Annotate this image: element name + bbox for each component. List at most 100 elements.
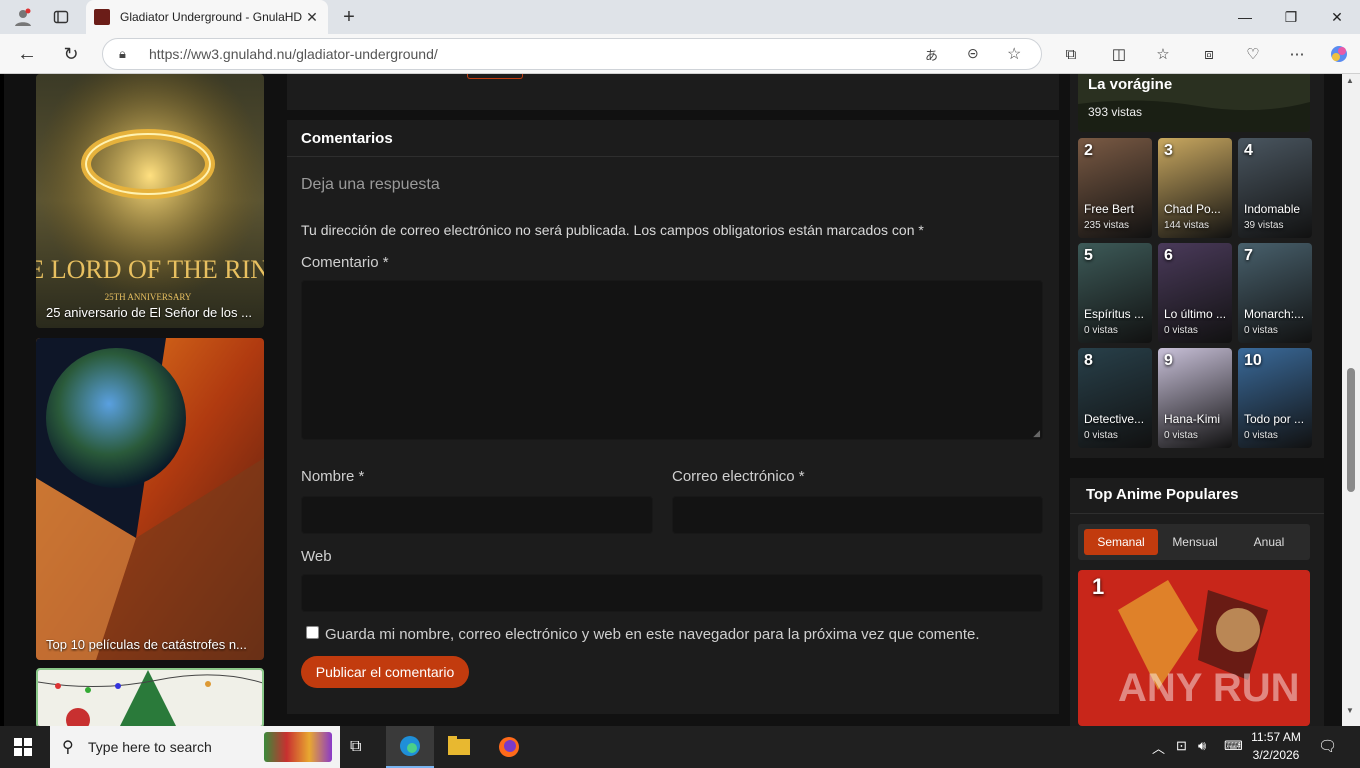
save-info-checkbox[interactable] (306, 626, 319, 639)
tab-anual[interactable]: Anual (1232, 529, 1306, 555)
article-card-disasters[interactable]: Top 10 películas de catástrofes n... (36, 338, 264, 660)
tab-mensual[interactable]: Mensual (1158, 529, 1232, 555)
reply-title: Deja una respuesta (301, 176, 440, 193)
item-views: 0 vistas (1164, 430, 1198, 441)
email-notice: Tu dirección de correo electrónico no se… (301, 222, 924, 238)
comment-label: Comentario * (301, 254, 389, 271)
article-card-lotr[interactable]: THE LORD OF THE RINGS 25TH ANNIVERSARY 2… (36, 74, 264, 328)
ranking-item[interactable]: 10 Todo por ... 0 vistas (1238, 348, 1312, 448)
item-title: Espíritus ... (1084, 307, 1145, 321)
taskbar-edge-app[interactable] (386, 726, 434, 768)
more-tools-icon[interactable]: ⊝ (967, 45, 979, 62)
email-input[interactable] (672, 496, 1043, 534)
taskbar-search-box[interactable]: ⚲ Type here to search (50, 726, 340, 768)
resize-handle-icon[interactable]: ◢ (1033, 428, 1040, 439)
search-placeholder: Type here to search (88, 739, 212, 755)
minimize-icon[interactable]: — (1222, 0, 1268, 34)
tray-chevron-icon[interactable]: ︿ (1152, 738, 1165, 757)
ranking-item[interactable]: 9 Hana-Kimi 0 vistas (1158, 348, 1232, 448)
extensions-icon[interactable]: ⧉ (1056, 39, 1086, 69)
item-views: 0 vistas (1084, 325, 1118, 336)
notifications-icon[interactable]: 🗨︎ (1318, 737, 1337, 755)
ranking-item[interactable]: 5 Espíritus ... 0 vistas (1078, 243, 1152, 343)
scroll-down-icon[interactable]: ▼ (1346, 706, 1354, 715)
item-title: Hana-Kimi (1164, 412, 1221, 426)
name-input[interactable] (301, 496, 653, 534)
item-title: Lo último ... (1164, 307, 1227, 321)
volume-icon[interactable]: 🔊︎ (1198, 738, 1206, 754)
collections-icon[interactable]: ⧈ (1194, 39, 1224, 69)
comments-panel: Comentarios Deja una respuesta Tu direcc… (287, 120, 1059, 714)
profile-icon[interactable] (8, 2, 38, 32)
split-screen-icon[interactable]: ◫ (1104, 39, 1134, 69)
rank-number: 3 (1164, 142, 1173, 159)
copilot-icon[interactable] (1324, 39, 1354, 69)
close-tab-icon[interactable]: ✕ (304, 9, 320, 26)
new-tab-icon[interactable]: + (334, 2, 364, 32)
period-tabs: Semanal Mensual Anual (1078, 524, 1310, 560)
tab-actions-icon[interactable] (46, 2, 76, 32)
active-tab[interactable]: Gladiator Underground - GnulaHD ✕ (86, 0, 328, 34)
more-menu-icon[interactable]: ⋯ (1282, 39, 1312, 69)
featured-views: 393 vistas (1088, 105, 1143, 119)
windows-taskbar: ⚲ Type here to search ⧉ ︿ ⊡ 🔊︎ ⌨ 11:57 A… (0, 726, 1360, 768)
ranking-item[interactable]: 4 Indomable 39 vistas (1238, 138, 1312, 238)
file-explorer-icon[interactable] (448, 736, 470, 761)
item-title: Free Bert (1084, 202, 1135, 216)
anime-item-1[interactable]: 1 ANY RUN (1078, 570, 1310, 726)
featured-item[interactable]: La vorágine 393 vistas (1078, 74, 1310, 132)
name-label: Nombre * (301, 468, 365, 485)
christmas-poster-image (38, 670, 262, 726)
close-window-icon[interactable]: ✕ (1314, 0, 1360, 34)
favorite-star-icon[interactable]: ☆ (1007, 44, 1021, 64)
ranking-item[interactable]: 8 Detective... 0 vistas (1078, 348, 1152, 448)
clock-time[interactable]: 11:57 AM (1246, 730, 1306, 744)
ranking-item[interactable]: 3 Chad Po... 144 vistas (1158, 138, 1232, 238)
lock-icon: 🔒︎ (119, 46, 126, 61)
page-scrollbar[interactable]: ▲ ▼ (1342, 74, 1360, 726)
back-icon[interactable]: ← (12, 39, 42, 69)
top-anime-heading: Top Anime Populares (1086, 486, 1239, 503)
restore-icon[interactable]: ❐ (1268, 0, 1314, 34)
network-icon[interactable]: ⊡ (1176, 738, 1187, 754)
ranking-item[interactable]: 7 Monarch:... 0 vistas (1238, 243, 1312, 343)
refresh-icon[interactable]: ↻ (56, 39, 86, 69)
lotr-poster-image: THE LORD OF THE RINGS 25TH ANNIVERSARY (36, 74, 264, 328)
web-input[interactable] (301, 574, 1043, 612)
tab-semanal[interactable]: Semanal (1084, 529, 1158, 555)
rank-number: 7 (1244, 247, 1253, 264)
favorites-icon[interactable]: ☆ (1148, 39, 1178, 69)
url-host: https://ww3.gnulahd.nu (149, 46, 293, 62)
card-caption[interactable]: Top 10 películas de catástrofes n... (46, 637, 256, 652)
comments-divider (287, 156, 1059, 157)
disasters-poster-image (36, 338, 264, 660)
card-caption[interactable]: 25 aniversario de El Señor de los ... (46, 305, 256, 320)
lotr-art-subtitle: 25TH ANNIVERSARY (105, 292, 192, 302)
submit-comment-button[interactable]: Publicar el comentario (301, 656, 469, 688)
rank-number: 2 (1084, 142, 1093, 159)
previous-section-panel (287, 74, 1059, 110)
ranking-item[interactable]: 2 Free Bert 235 vistas (1078, 138, 1152, 238)
item-title: Monarch:... (1244, 307, 1305, 321)
featured-title: La vorágine (1088, 76, 1173, 93)
task-view-icon[interactable]: ⧉ (350, 738, 361, 756)
item-views: 0 vistas (1164, 325, 1198, 336)
url-bar[interactable]: 🔒︎ https://ww3.gnulahd.nu/gladiator-unde… (102, 38, 1042, 70)
ranking-item[interactable]: 6 Lo último ... 0 vistas (1158, 243, 1232, 343)
comment-textarea[interactable]: ◢ (301, 280, 1043, 440)
clock-date[interactable]: 3/2/2026 (1246, 748, 1306, 762)
keyboard-icon[interactable]: ⌨ (1224, 738, 1243, 754)
web-label: Web (301, 548, 332, 565)
browser-essentials-icon[interactable]: ♡ (1238, 39, 1268, 69)
windows-start-icon[interactable] (14, 738, 32, 761)
read-aloud-icon[interactable]: あ (925, 45, 938, 64)
previous-button-edge[interactable] (467, 74, 523, 79)
search-highlight-icon[interactable] (264, 732, 332, 762)
scroll-up-icon[interactable]: ▲ (1346, 76, 1354, 85)
article-card-christmas[interactable] (36, 668, 264, 726)
scrollbar-thumb[interactable] (1347, 368, 1355, 492)
firefox-icon[interactable] (498, 736, 520, 763)
item-views: 0 vistas (1244, 325, 1278, 336)
item-views: 39 vistas (1244, 220, 1284, 231)
item-title: Todo por ... (1244, 412, 1305, 426)
